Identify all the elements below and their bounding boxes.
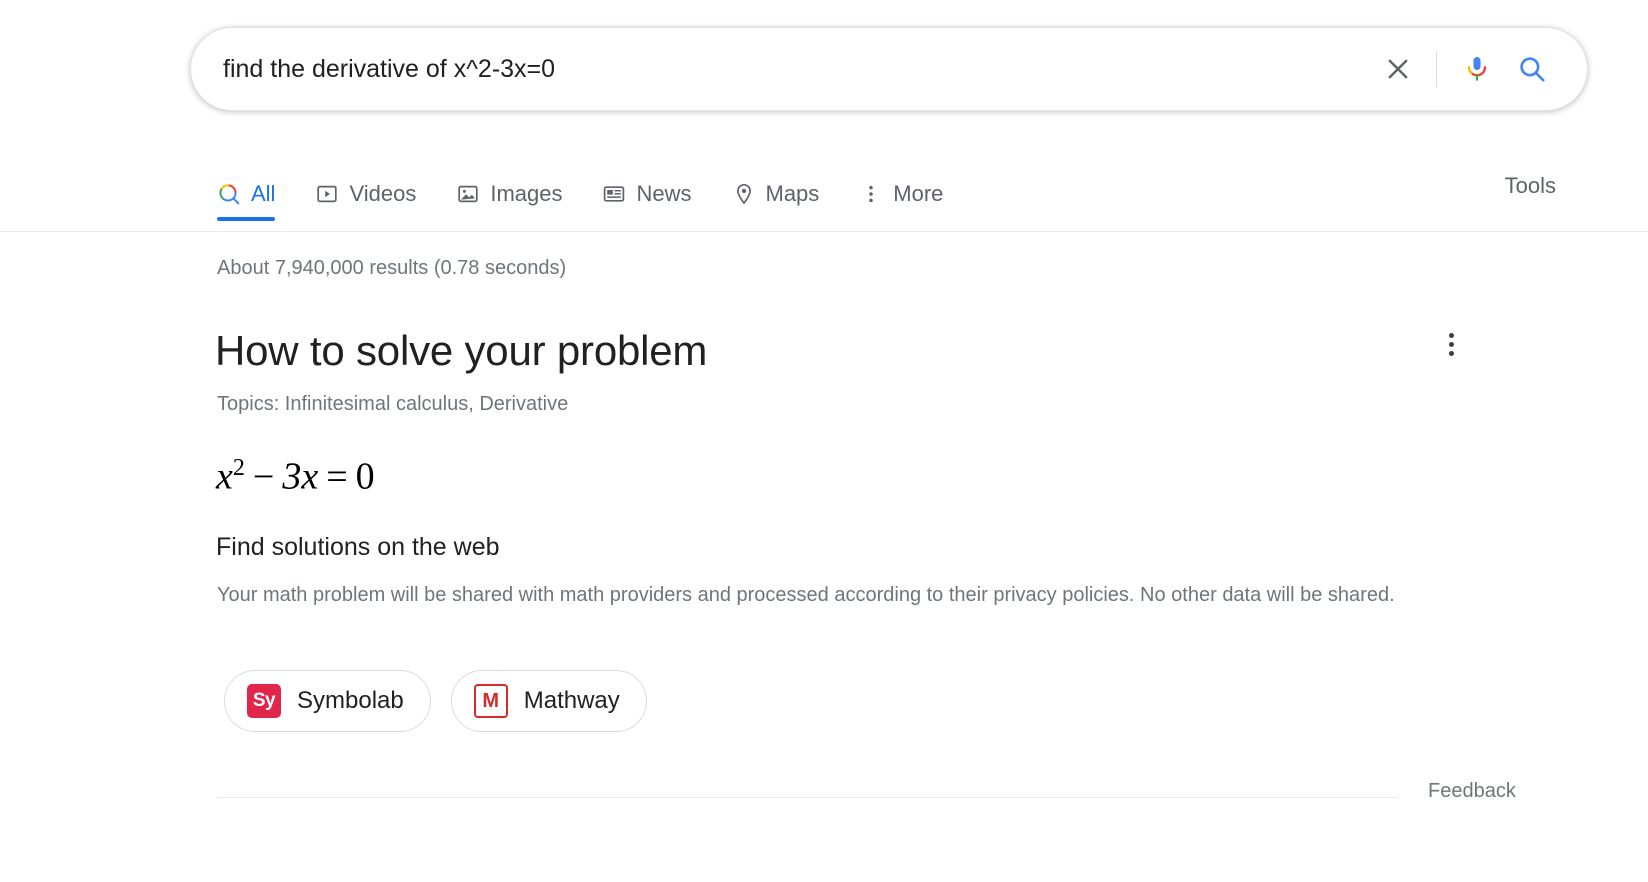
- search-results-page: All Videos: [0, 0, 1648, 882]
- close-icon[interactable]: [1372, 43, 1424, 95]
- provider-chip-symbolab[interactable]: Sy Symbolab: [224, 670, 431, 732]
- more-vertical-icon[interactable]: [1434, 327, 1468, 361]
- more-vertical-icon: [859, 182, 883, 206]
- microphone-icon[interactable]: [1451, 43, 1503, 95]
- provider-chips: Sy Symbolab M Mathway: [224, 670, 647, 732]
- divider: [217, 797, 1397, 798]
- symbolab-logo-icon: Sy: [247, 684, 281, 718]
- result-stats: About 7,940,000 results (0.78 seconds): [217, 255, 566, 281]
- search-icon: [217, 182, 241, 206]
- tab-news-label: News: [636, 180, 691, 208]
- provider-chip-mathway-label: Mathway: [524, 686, 620, 716]
- search-input[interactable]: [223, 53, 1372, 85]
- search-nav-bar: All Videos: [0, 160, 1648, 232]
- search-tabs: All Videos: [217, 160, 983, 232]
- tab-active-underline: [217, 217, 275, 221]
- tab-more[interactable]: More: [859, 160, 943, 216]
- microphone-icon-glyph: [1462, 54, 1492, 84]
- tab-all[interactable]: All: [217, 160, 275, 216]
- tab-images-label: Images: [490, 180, 562, 208]
- tab-maps-label: Maps: [766, 180, 820, 208]
- tab-all-label: All: [251, 180, 275, 208]
- topics-line: Topics: Infinitesimal calculus, Derivati…: [217, 391, 568, 417]
- tab-videos-label: Videos: [349, 180, 416, 208]
- provider-chip-mathway[interactable]: M Mathway: [451, 670, 647, 732]
- search-bar[interactable]: [190, 27, 1588, 111]
- tab-news[interactable]: News: [602, 160, 691, 216]
- provider-chip-symbolab-label: Symbolab: [297, 686, 404, 716]
- privacy-disclaimer: Your math problem will be shared with ma…: [217, 582, 1457, 609]
- search-icon-glyph: [1517, 54, 1547, 84]
- tab-maps[interactable]: Maps: [732, 160, 820, 216]
- equation-operator: −: [253, 456, 274, 498]
- kebab-dot: [1449, 351, 1454, 356]
- image-icon: [456, 182, 480, 206]
- video-icon: [315, 182, 339, 206]
- tools-button[interactable]: Tools: [1505, 172, 1556, 200]
- equation-term: 3x: [282, 456, 318, 498]
- search-bar-container: [190, 27, 1588, 111]
- kebab-dot: [1449, 333, 1454, 338]
- feedback-link[interactable]: Feedback: [1428, 778, 1516, 804]
- tab-more-label: More: [893, 180, 943, 208]
- search-bar-icons: [1372, 43, 1561, 95]
- mathway-logo-icon: M: [474, 684, 508, 718]
- kebab-dot: [1449, 342, 1454, 347]
- equation-exponent: 2: [233, 455, 245, 481]
- math-equation: x2−3x=0: [216, 443, 375, 502]
- page-title: How to solve your problem: [215, 325, 707, 377]
- equation-equals: =: [326, 456, 347, 498]
- tab-videos[interactable]: Videos: [315, 160, 416, 216]
- search-submit-button[interactable]: [1503, 43, 1561, 95]
- equation-rhs: 0: [356, 456, 375, 498]
- equation-base: x: [216, 456, 233, 498]
- search-bar-divider: [1436, 51, 1437, 87]
- news-icon: [602, 182, 626, 206]
- map-pin-icon: [732, 182, 756, 206]
- tab-images[interactable]: Images: [456, 160, 562, 216]
- close-icon-glyph: [1384, 55, 1412, 83]
- solutions-heading: Find solutions on the web: [216, 531, 500, 563]
